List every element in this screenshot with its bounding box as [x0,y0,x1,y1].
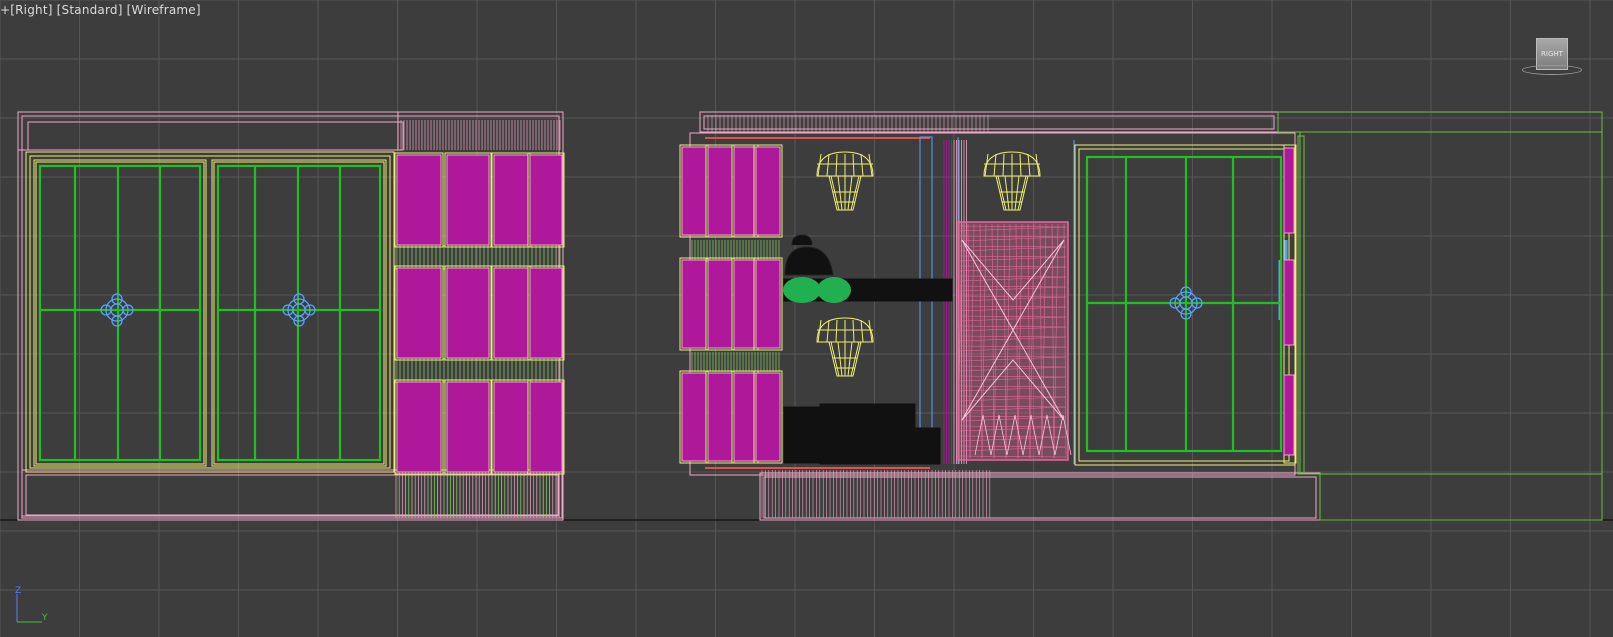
left-door-knobs [100,293,316,327]
viewport-right[interactable]: +[Right] [Standard] [Wireframe] RIGHT Z … [0,0,1613,637]
kettle-icon [784,234,834,276]
viewcube[interactable]: RIGHT [1522,38,1586,78]
viewport-menu-plus[interactable]: + [0,3,10,17]
pink-chair-wireframe [957,221,1072,461]
right-extension-frame [1277,111,1603,521]
viewport-menu-shading[interactable]: [Standard] [57,3,123,17]
wireframe-scene[interactable] [0,0,1613,637]
axis-tripod-icon: Z Y [12,586,52,628]
left-door-panels [38,164,382,462]
left-door-frames [25,151,395,473]
right-door-panels [1085,155,1283,453]
viewcube-compass-ring[interactable] [1522,65,1582,75]
axis-y-label: Y [42,613,48,623]
axis-z-label: Z [15,586,22,596]
shelf-middle [783,278,953,465]
viewport-menu-mode[interactable]: [Wireframe] [127,3,201,17]
viewport-grid [0,0,1613,637]
left-drawer-grid [394,152,565,475]
right-drawer-grid [679,144,783,464]
viewport-label[interactable]: +[Right] [Standard] [Wireframe] [0,3,201,17]
viewport-menu-view[interactable]: [Right] [10,3,52,17]
side-magenta-strips [1283,147,1295,456]
